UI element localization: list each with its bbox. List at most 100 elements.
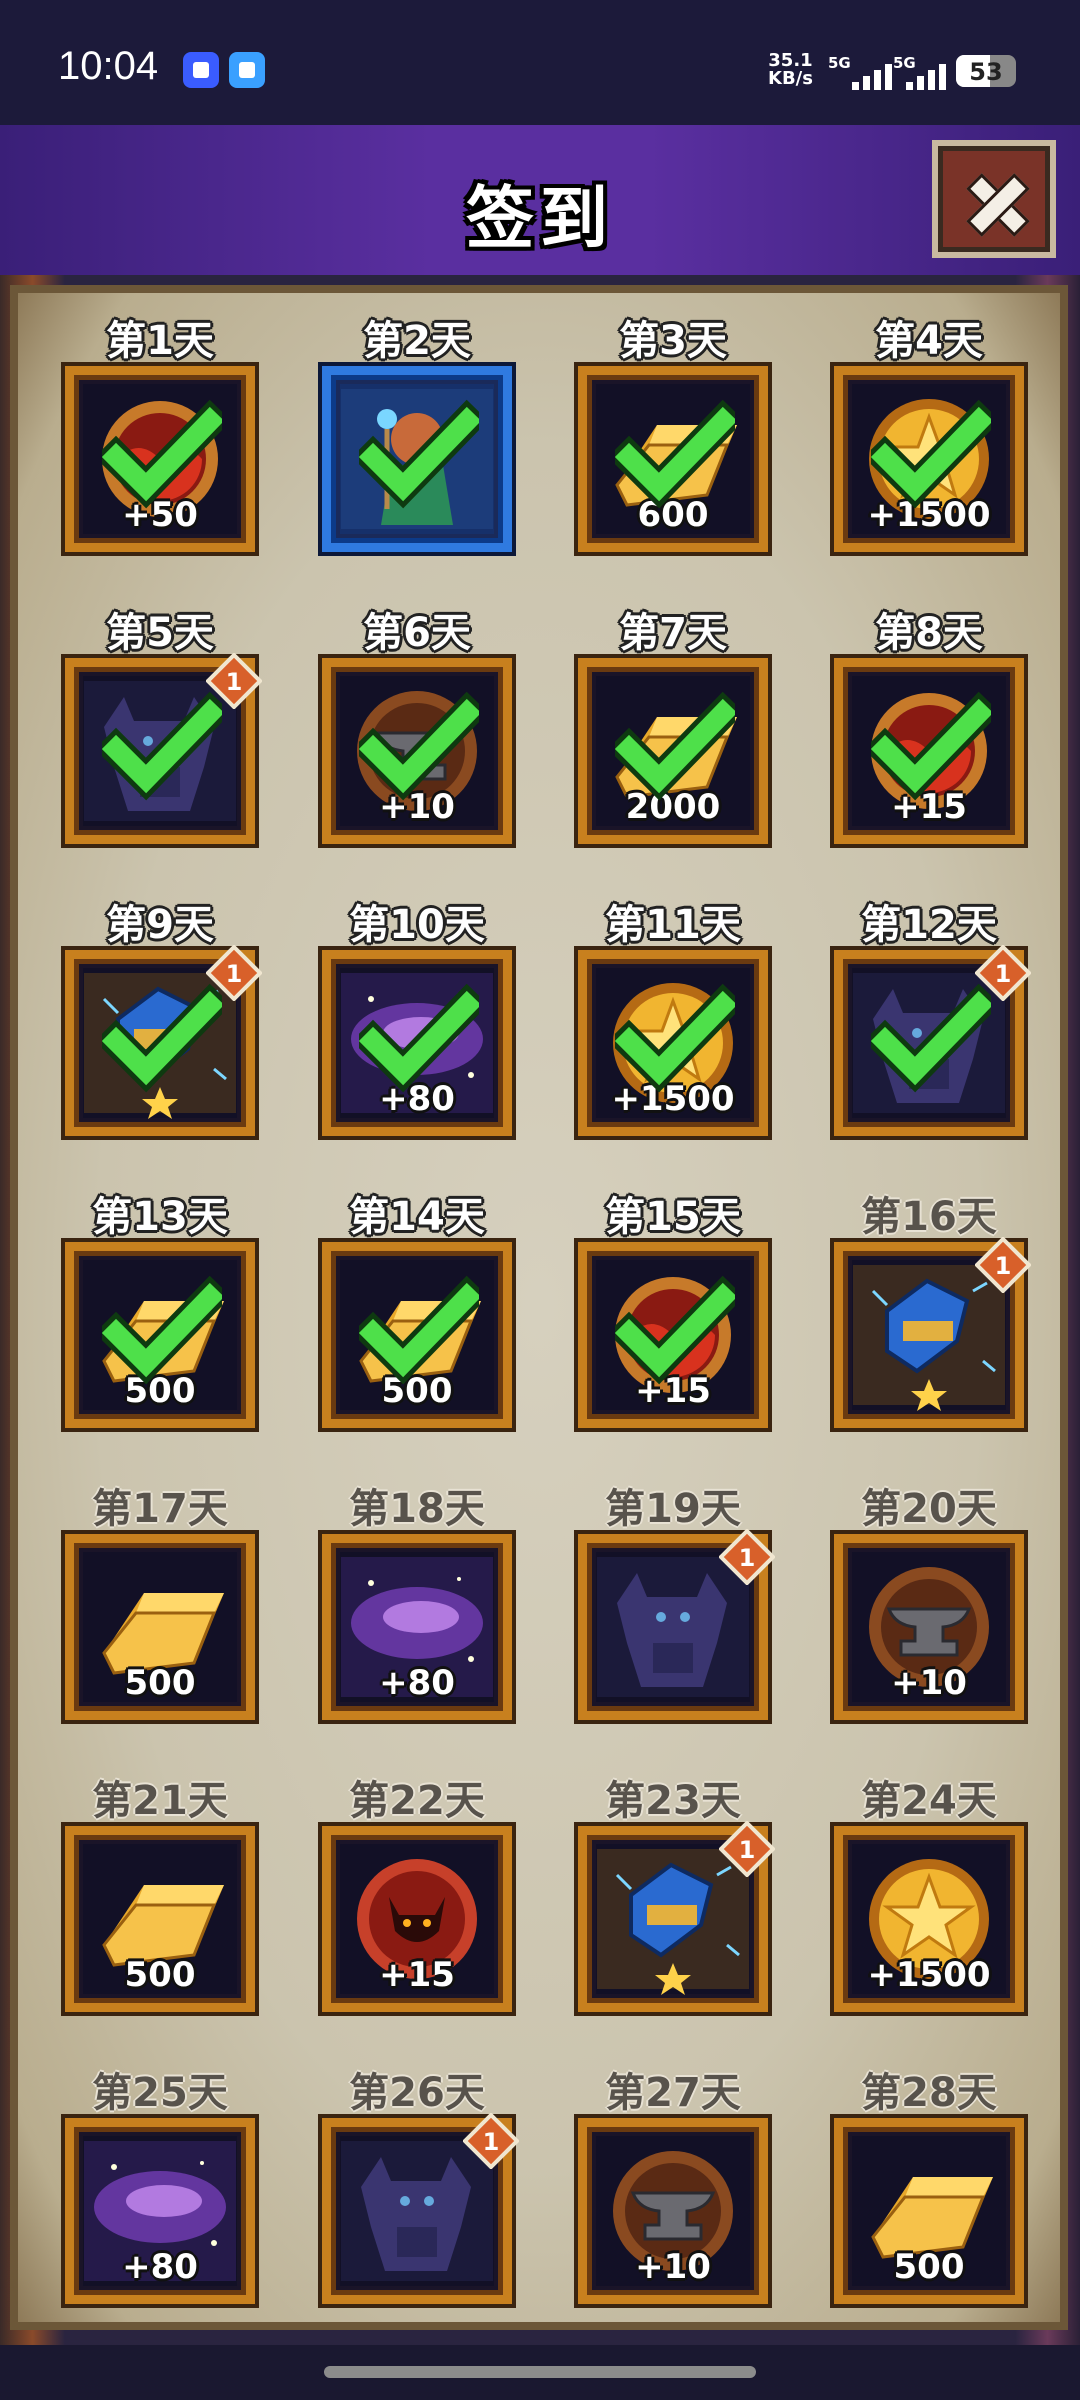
reward-slot[interactable]: 1 bbox=[65, 653, 262, 844]
day-cell[interactable]: 第9天 1 bbox=[65, 892, 262, 1172]
day-cell[interactable]: 第27天 +10 bbox=[578, 2060, 768, 2340]
new-badge: 1 bbox=[206, 653, 262, 709]
new-badge: 1 bbox=[719, 1529, 775, 1585]
reward-slot[interactable]: 2000 bbox=[578, 658, 768, 844]
day-cell[interactable]: 第25天 +80 bbox=[65, 2060, 255, 2340]
reward-amount: 500 bbox=[124, 1663, 196, 1703]
day-cell[interactable]: 第24天 +1500 bbox=[834, 1768, 1024, 2048]
svg-text:1: 1 bbox=[226, 668, 243, 696]
day-cell[interactable]: 第7天 2000 bbox=[578, 600, 768, 880]
reward-slot[interactable]: 1 bbox=[834, 945, 1031, 1136]
new-badge: 1 bbox=[463, 2113, 519, 2169]
day-cell[interactable]: 第4天 +1500 bbox=[834, 308, 1024, 588]
day-cell[interactable]: 第14天 500 bbox=[322, 1184, 512, 1464]
day-cell[interactable]: 第22天 +15 bbox=[322, 1768, 512, 2048]
reward-slot[interactable]: +10 bbox=[578, 2118, 768, 2304]
reward-slot[interactable]: +15 bbox=[322, 1826, 512, 2012]
day-cell[interactable]: 第23天 1 bbox=[578, 1768, 775, 2048]
new-badge: 1 bbox=[975, 945, 1031, 1001]
reward-slot[interactable]: +80 bbox=[322, 950, 512, 1136]
day-cell[interactable]: 第6天 +10 bbox=[322, 600, 512, 880]
reward-amount: +10 bbox=[891, 1663, 967, 1703]
day-cell[interactable]: 第20天 +10 bbox=[834, 1476, 1024, 1756]
day-label: 第2天 bbox=[363, 318, 471, 364]
day-label: 第7天 bbox=[619, 610, 727, 656]
reward-slot[interactable]: +80 bbox=[65, 2118, 255, 2304]
day-label: 第5天 bbox=[106, 610, 214, 656]
reward-slot[interactable]: +80 bbox=[322, 1534, 512, 1720]
reward-slot[interactable]: 500 bbox=[65, 1826, 255, 2012]
day-label: 第26天 bbox=[349, 2070, 485, 2116]
new-badge: 1 bbox=[719, 1821, 775, 1877]
day-label: 第10天 bbox=[349, 902, 485, 948]
day-label: 第15天 bbox=[605, 1194, 741, 1240]
app-notification-icon bbox=[183, 52, 219, 88]
svg-text:1: 1 bbox=[995, 1252, 1012, 1280]
svg-text:1: 1 bbox=[226, 960, 243, 988]
day-cell[interactable]: 第5天 1 bbox=[65, 600, 262, 880]
reward-slot[interactable]: 500 bbox=[65, 1242, 255, 1428]
reward-slot[interactable]: 1 bbox=[322, 2113, 519, 2304]
day-label: 第14天 bbox=[349, 1194, 485, 1240]
day-cell[interactable]: 第26天 1 bbox=[322, 2060, 519, 2340]
reward-slot[interactable]: 500 bbox=[834, 2118, 1024, 2304]
day-cell[interactable]: 第11天 +1500 bbox=[578, 892, 768, 1172]
reward-slot[interactable]: 1 bbox=[578, 1529, 775, 1720]
battery-level: 53 bbox=[969, 58, 1003, 86]
reward-slot[interactable]: 1 bbox=[834, 1237, 1031, 1428]
reward-slot[interactable] bbox=[322, 366, 512, 552]
home-indicator[interactable] bbox=[324, 2366, 756, 2378]
day-cell[interactable]: 第8天 +15 bbox=[834, 600, 1024, 880]
day-cell[interactable]: 第13天 500 bbox=[65, 1184, 255, 1464]
day-label: 第17天 bbox=[92, 1486, 228, 1532]
reward-slot[interactable]: +10 bbox=[322, 658, 512, 844]
reward-amount: 500 bbox=[893, 2247, 965, 2287]
day-cell[interactable]: 第15天 +15 bbox=[578, 1184, 768, 1464]
reward-slot[interactable]: +1500 bbox=[834, 366, 1024, 552]
svg-text:1: 1 bbox=[739, 1544, 756, 1572]
reward-amount: +15 bbox=[379, 1955, 455, 1995]
reward-slot[interactable]: 1 bbox=[65, 945, 262, 1136]
reward-slot[interactable]: +1500 bbox=[834, 1826, 1024, 2012]
reward-slot[interactable]: +50 bbox=[65, 366, 255, 552]
day-label: 第24天 bbox=[861, 1778, 997, 1824]
day-label: 第18天 bbox=[349, 1486, 485, 1532]
day-label: 第27天 bbox=[605, 2070, 741, 2116]
reward-slot[interactable]: 500 bbox=[322, 1242, 512, 1428]
day-cell[interactable]: 第2天 bbox=[322, 308, 512, 588]
network-speed: 35.1 KB/s bbox=[768, 52, 813, 88]
day-cell[interactable]: 第10天 +80 bbox=[322, 892, 512, 1172]
battery-icon: 53 bbox=[956, 55, 1016, 87]
new-badge: 1 bbox=[206, 945, 262, 1001]
page-title: 签到 bbox=[465, 180, 614, 259]
reward-amount: +80 bbox=[122, 2247, 198, 2287]
day-label: 第13天 bbox=[92, 1194, 228, 1240]
clock: 10:04 bbox=[58, 44, 159, 88]
day-label: 第3天 bbox=[619, 318, 727, 364]
reward-amount: +10 bbox=[635, 2247, 711, 2287]
day-label: 第6天 bbox=[363, 610, 471, 656]
reward-slot[interactable]: +15 bbox=[834, 658, 1024, 844]
day-cell[interactable]: 第17天 500 bbox=[65, 1476, 255, 1756]
signal-label-1: 5G bbox=[828, 54, 851, 72]
svg-text:1: 1 bbox=[483, 2128, 500, 2156]
day-cell[interactable]: 第21天 500 bbox=[65, 1768, 255, 2048]
reward-slot[interactable]: +15 bbox=[578, 1242, 768, 1428]
day-cell[interactable]: 第28天 500 bbox=[834, 2060, 1024, 2340]
day-cell[interactable]: 第18天 +80 bbox=[322, 1476, 512, 1756]
day-label: 第12天 bbox=[861, 902, 997, 948]
reward-slot[interactable]: 500 bbox=[65, 1534, 255, 1720]
day-cell[interactable]: 第19天 1 bbox=[578, 1476, 775, 1756]
chat-notification-icon bbox=[229, 52, 265, 88]
day-label: 第9天 bbox=[106, 902, 214, 948]
day-cell[interactable]: 第1天 +50 bbox=[65, 308, 255, 588]
reward-slot[interactable]: +1500 bbox=[578, 950, 768, 1136]
reward-slot[interactable]: 600 bbox=[578, 366, 768, 552]
reward-slot[interactable]: +10 bbox=[834, 1534, 1024, 1720]
reward-slot[interactable]: 1 bbox=[578, 1821, 775, 2012]
close-button[interactable] bbox=[932, 140, 1056, 258]
day-label: 第8天 bbox=[875, 610, 983, 656]
day-cell[interactable]: 第12天 1 bbox=[834, 892, 1031, 1172]
day-cell[interactable]: 第16天 1 bbox=[834, 1184, 1031, 1464]
day-cell[interactable]: 第3天 600 bbox=[578, 308, 768, 588]
